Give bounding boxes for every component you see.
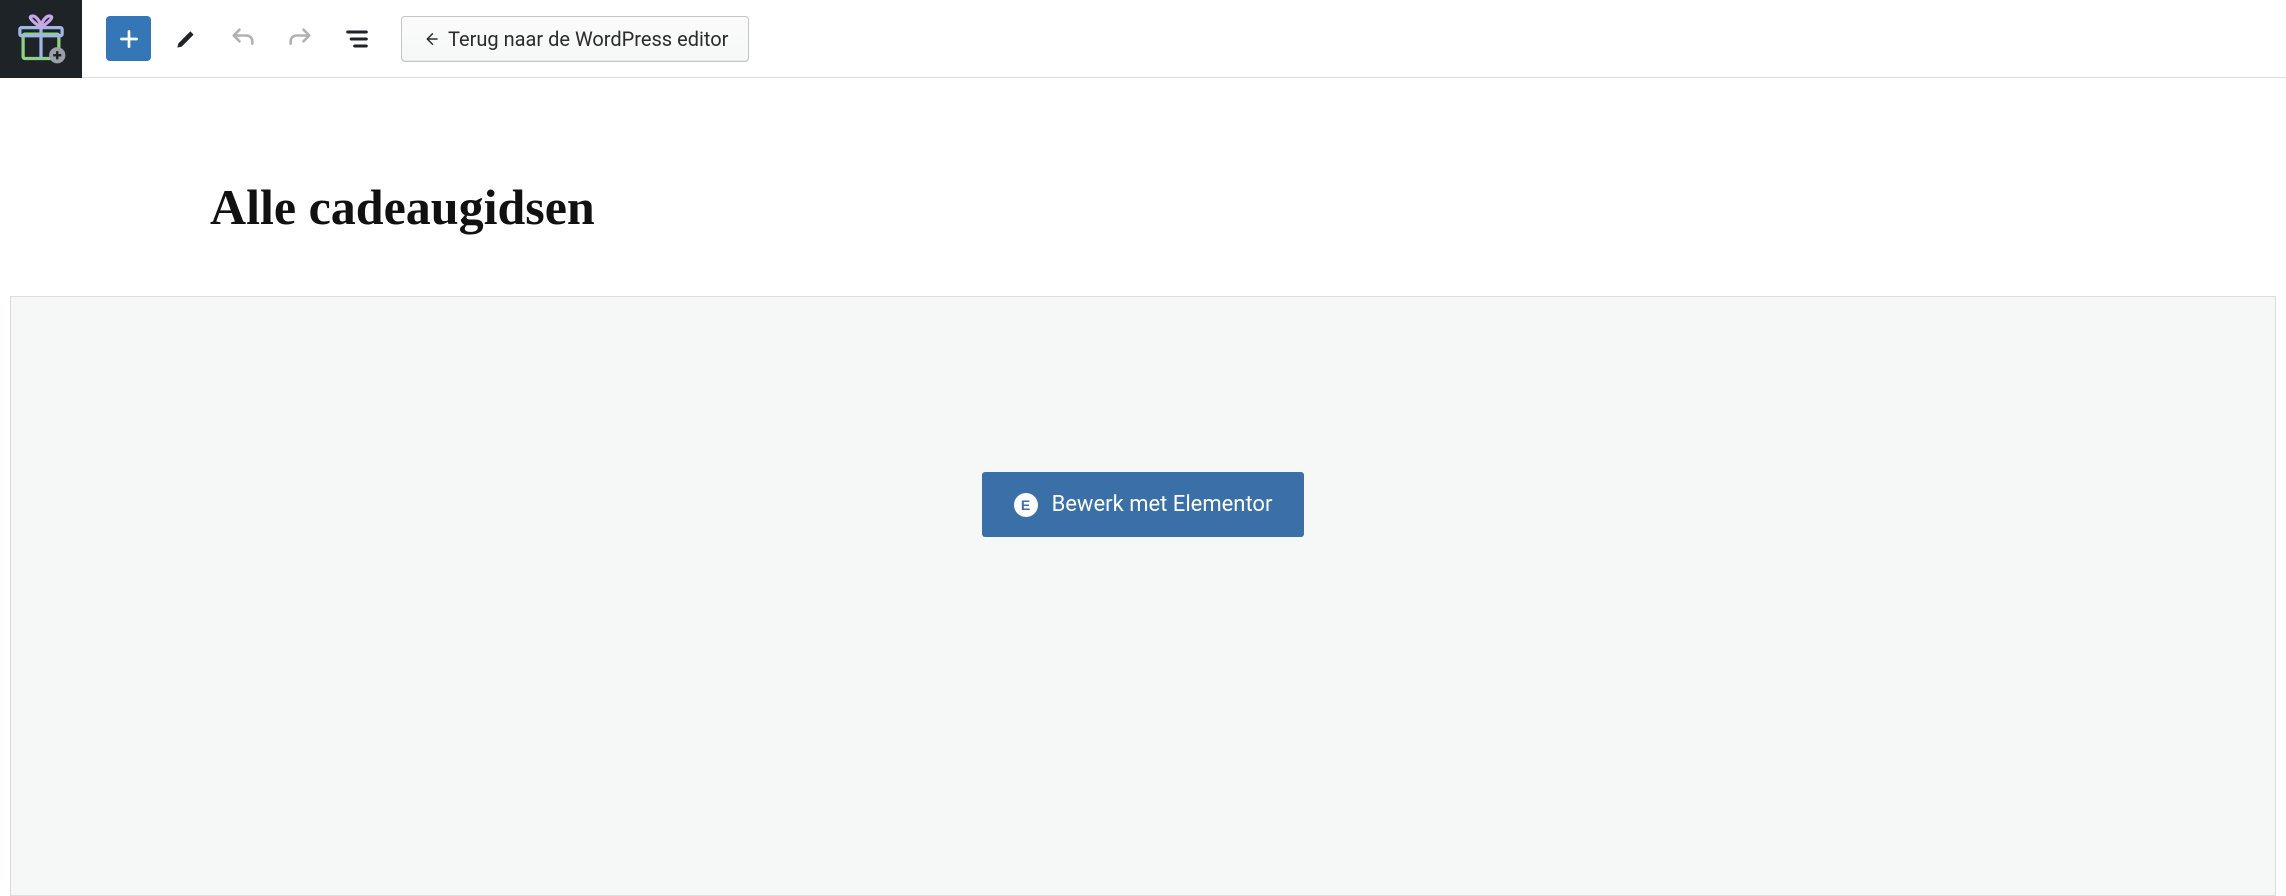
gift-icon bbox=[15, 13, 67, 65]
editor-toolbar: Terug naar de WordPress editor bbox=[0, 0, 2286, 78]
undo-icon bbox=[229, 25, 257, 53]
elementor-button-label: Bewerk met Elementor bbox=[1052, 492, 1273, 517]
document-overview-button[interactable] bbox=[334, 16, 379, 61]
editor-content: Alle cadeaugidsen E Bewerk met Elementor bbox=[0, 178, 2286, 896]
elementor-icon: E bbox=[1014, 493, 1038, 517]
page-title[interactable]: Alle cadeaugidsen bbox=[210, 178, 2286, 236]
add-block-button[interactable] bbox=[106, 16, 151, 61]
back-button-label: Terug naar de WordPress editor bbox=[448, 27, 728, 51]
arrow-left-icon bbox=[422, 30, 440, 48]
redo-button[interactable] bbox=[277, 16, 322, 61]
edit-mode-button[interactable] bbox=[163, 16, 208, 61]
site-logo-button[interactable] bbox=[0, 0, 82, 78]
toolbar-tools bbox=[106, 16, 379, 61]
redo-icon bbox=[286, 25, 314, 53]
pencil-icon bbox=[173, 26, 199, 52]
undo-button[interactable] bbox=[220, 16, 265, 61]
edit-with-elementor-button[interactable]: E Bewerk met Elementor bbox=[982, 472, 1305, 537]
elementor-placeholder: E Bewerk met Elementor bbox=[10, 296, 2276, 896]
back-to-wordpress-button[interactable]: Terug naar de WordPress editor bbox=[401, 16, 749, 62]
list-view-icon bbox=[343, 25, 371, 53]
plus-icon bbox=[116, 26, 142, 52]
